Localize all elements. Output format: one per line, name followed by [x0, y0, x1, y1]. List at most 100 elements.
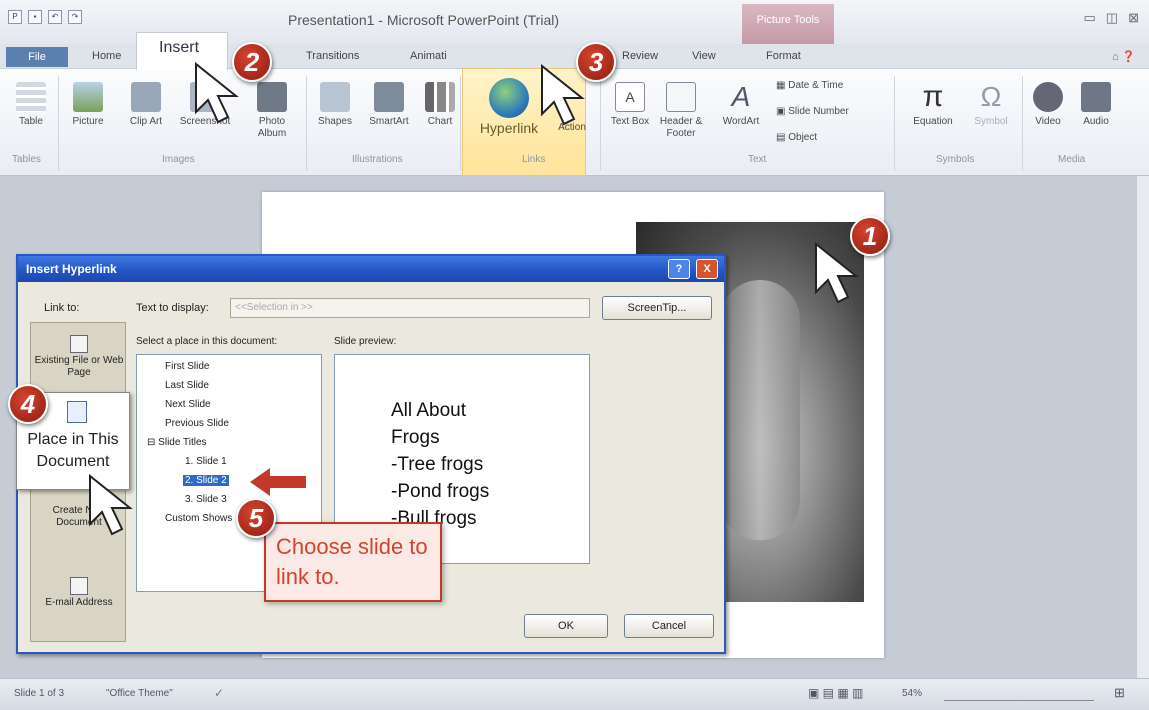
video-button[interactable]: Video [1028, 82, 1068, 128]
document-icon [67, 401, 87, 423]
tab-format[interactable]: Format [766, 50, 801, 62]
cursor-icon [89, 474, 133, 536]
place-in-document-label: Place in This Document [27, 431, 119, 470]
email-address-option[interactable]: E-mail Address [31, 577, 127, 609]
undo-icon[interactable]: ↶ [48, 10, 62, 24]
tree-item[interactable]: Previous Slide [165, 418, 229, 429]
status-bar: Slide 1 of 3 "Office Theme" ✓ ▣ ▤ ▦ ▥ 54… [0, 678, 1149, 710]
header-footer-icon [666, 82, 696, 112]
group-divider [894, 76, 895, 171]
screentip-button[interactable]: ScreenTip... [602, 296, 712, 320]
smartart-button[interactable]: SmartArt [362, 82, 416, 128]
smartart-icon [374, 82, 404, 112]
minimize-icon[interactable]: ▭ [1084, 10, 1096, 26]
table-button[interactable]: Table [14, 82, 48, 128]
group-divider [460, 76, 461, 171]
wordart-button[interactable]: A WordArt [716, 82, 766, 128]
globe-icon [489, 78, 529, 118]
group-label-links: Links [522, 154, 546, 165]
tab-view[interactable]: View [692, 50, 716, 62]
step-badge-5: 5 [236, 498, 276, 538]
tab-animations[interactable]: Animati [410, 50, 447, 62]
slide-number-button[interactable]: ▣ Slide Number [776, 106, 849, 118]
date-time-button[interactable]: ▦ Date & Time [776, 80, 843, 92]
powerpoint-icon[interactable]: P [8, 10, 22, 24]
clip-art-button[interactable]: Clip Art [124, 82, 168, 128]
picture-tools-context: Picture Tools [742, 4, 834, 44]
email-icon [70, 577, 88, 595]
symbol-button[interactable]: Ω Symbol [966, 82, 1016, 128]
tree-item[interactable]: First Slide [165, 361, 209, 372]
header-footer-button[interactable]: Header & Footer [654, 82, 708, 140]
view-buttons[interactable]: ▣ ▤ ▦ ▥ [808, 686, 863, 700]
group-label-media: Media [1058, 154, 1086, 165]
instruction-note: Choose slide to link to. [264, 522, 442, 602]
cursor-icon [541, 64, 585, 126]
tab-review[interactable]: Review [622, 50, 658, 62]
tab-file[interactable]: File [6, 47, 68, 67]
vertical-scrollbar[interactable] [1136, 176, 1149, 678]
tab-transitions[interactable]: Transitions [306, 50, 359, 62]
window-title: Presentation1 - Microsoft PowerPoint (Tr… [288, 12, 560, 28]
omega-icon: Ω [980, 81, 1002, 112]
audio-button[interactable]: Audio [1076, 82, 1116, 128]
group-divider [58, 76, 59, 171]
text-to-display-input[interactable]: <<Selection in >> [230, 298, 590, 318]
tab-home[interactable]: Home [92, 50, 121, 62]
link-to-label: Link to: [44, 302, 80, 314]
preview-text: All About Frogs -Tree frogs -Pond frogs … [391, 400, 490, 529]
group-label-tables: Tables [12, 154, 41, 165]
save-icon[interactable]: ▪ [28, 10, 42, 24]
pointer-arrow-icon [250, 468, 306, 496]
group-divider [1022, 76, 1023, 171]
cursor-icon [815, 242, 859, 304]
close-icon[interactable]: ⊠ [1128, 10, 1139, 26]
slide-preview-label: Slide preview: [334, 336, 397, 347]
slide-counter: Slide 1 of 3 [14, 688, 65, 699]
help-icon[interactable]: ⌂ ❓ [1112, 50, 1135, 63]
picture-button[interactable]: Picture [64, 82, 112, 128]
fit-window-icon[interactable]: ⊞ [1114, 685, 1125, 701]
text-box-button[interactable]: A Text Box [610, 82, 650, 128]
equation-button[interactable]: π Equation [900, 82, 966, 128]
tree-item-slide-titles[interactable]: ⊟ Slide Titles [147, 437, 207, 448]
object-button[interactable]: ▤ Object [776, 132, 817, 144]
step-badge-4: 4 [8, 384, 48, 424]
maximize-icon[interactable]: ◫ [1106, 10, 1118, 26]
select-place-label: Select a place in this document: [136, 336, 278, 347]
pi-icon: π [922, 80, 944, 113]
tree-item-selected[interactable]: 2. Slide 2 [183, 475, 229, 486]
chart-icon [425, 82, 455, 112]
redo-icon[interactable]: ↷ [68, 10, 82, 24]
group-label-illustrations: Illustrations [352, 154, 403, 165]
existing-file-option[interactable]: Existing File or Web Page [31, 335, 127, 379]
tree-item[interactable]: 1. Slide 1 [185, 456, 227, 467]
clip-art-icon [131, 82, 161, 112]
spellcheck-icon[interactable]: ✓ [214, 686, 224, 700]
tree-item[interactable]: Next Slide [165, 399, 211, 410]
theme-name: "Office Theme" [106, 688, 173, 699]
help-button[interactable]: ? [668, 259, 690, 279]
cancel-button[interactable]: Cancel [624, 614, 714, 638]
shapes-button[interactable]: Shapes [312, 82, 358, 128]
group-divider [306, 76, 307, 171]
group-divider [600, 76, 601, 171]
photo-album-button[interactable]: Photo Album [244, 82, 300, 140]
frog-body [720, 280, 800, 540]
zoom-slider[interactable] [944, 687, 1094, 701]
tree-item[interactable]: Last Slide [165, 380, 209, 391]
close-button[interactable]: X [696, 259, 718, 279]
tree-item[interactable]: 3. Slide 3 [185, 494, 227, 505]
table-icon [16, 82, 46, 112]
text-to-display-label: Text to display: [136, 302, 209, 314]
window-controls: ▭ ◫ ⊠ [1084, 10, 1140, 26]
tree-item[interactable]: Custom Shows [165, 513, 232, 524]
shapes-icon [320, 82, 350, 112]
chart-button[interactable]: Chart [420, 82, 460, 128]
dialog-title: Insert Hyperlink [18, 256, 724, 282]
speaker-icon [1081, 82, 1111, 112]
photo-album-icon [257, 82, 287, 112]
group-label-symbols: Symbols [936, 154, 975, 165]
ok-button[interactable]: OK [524, 614, 608, 638]
picture-icon [73, 82, 103, 112]
